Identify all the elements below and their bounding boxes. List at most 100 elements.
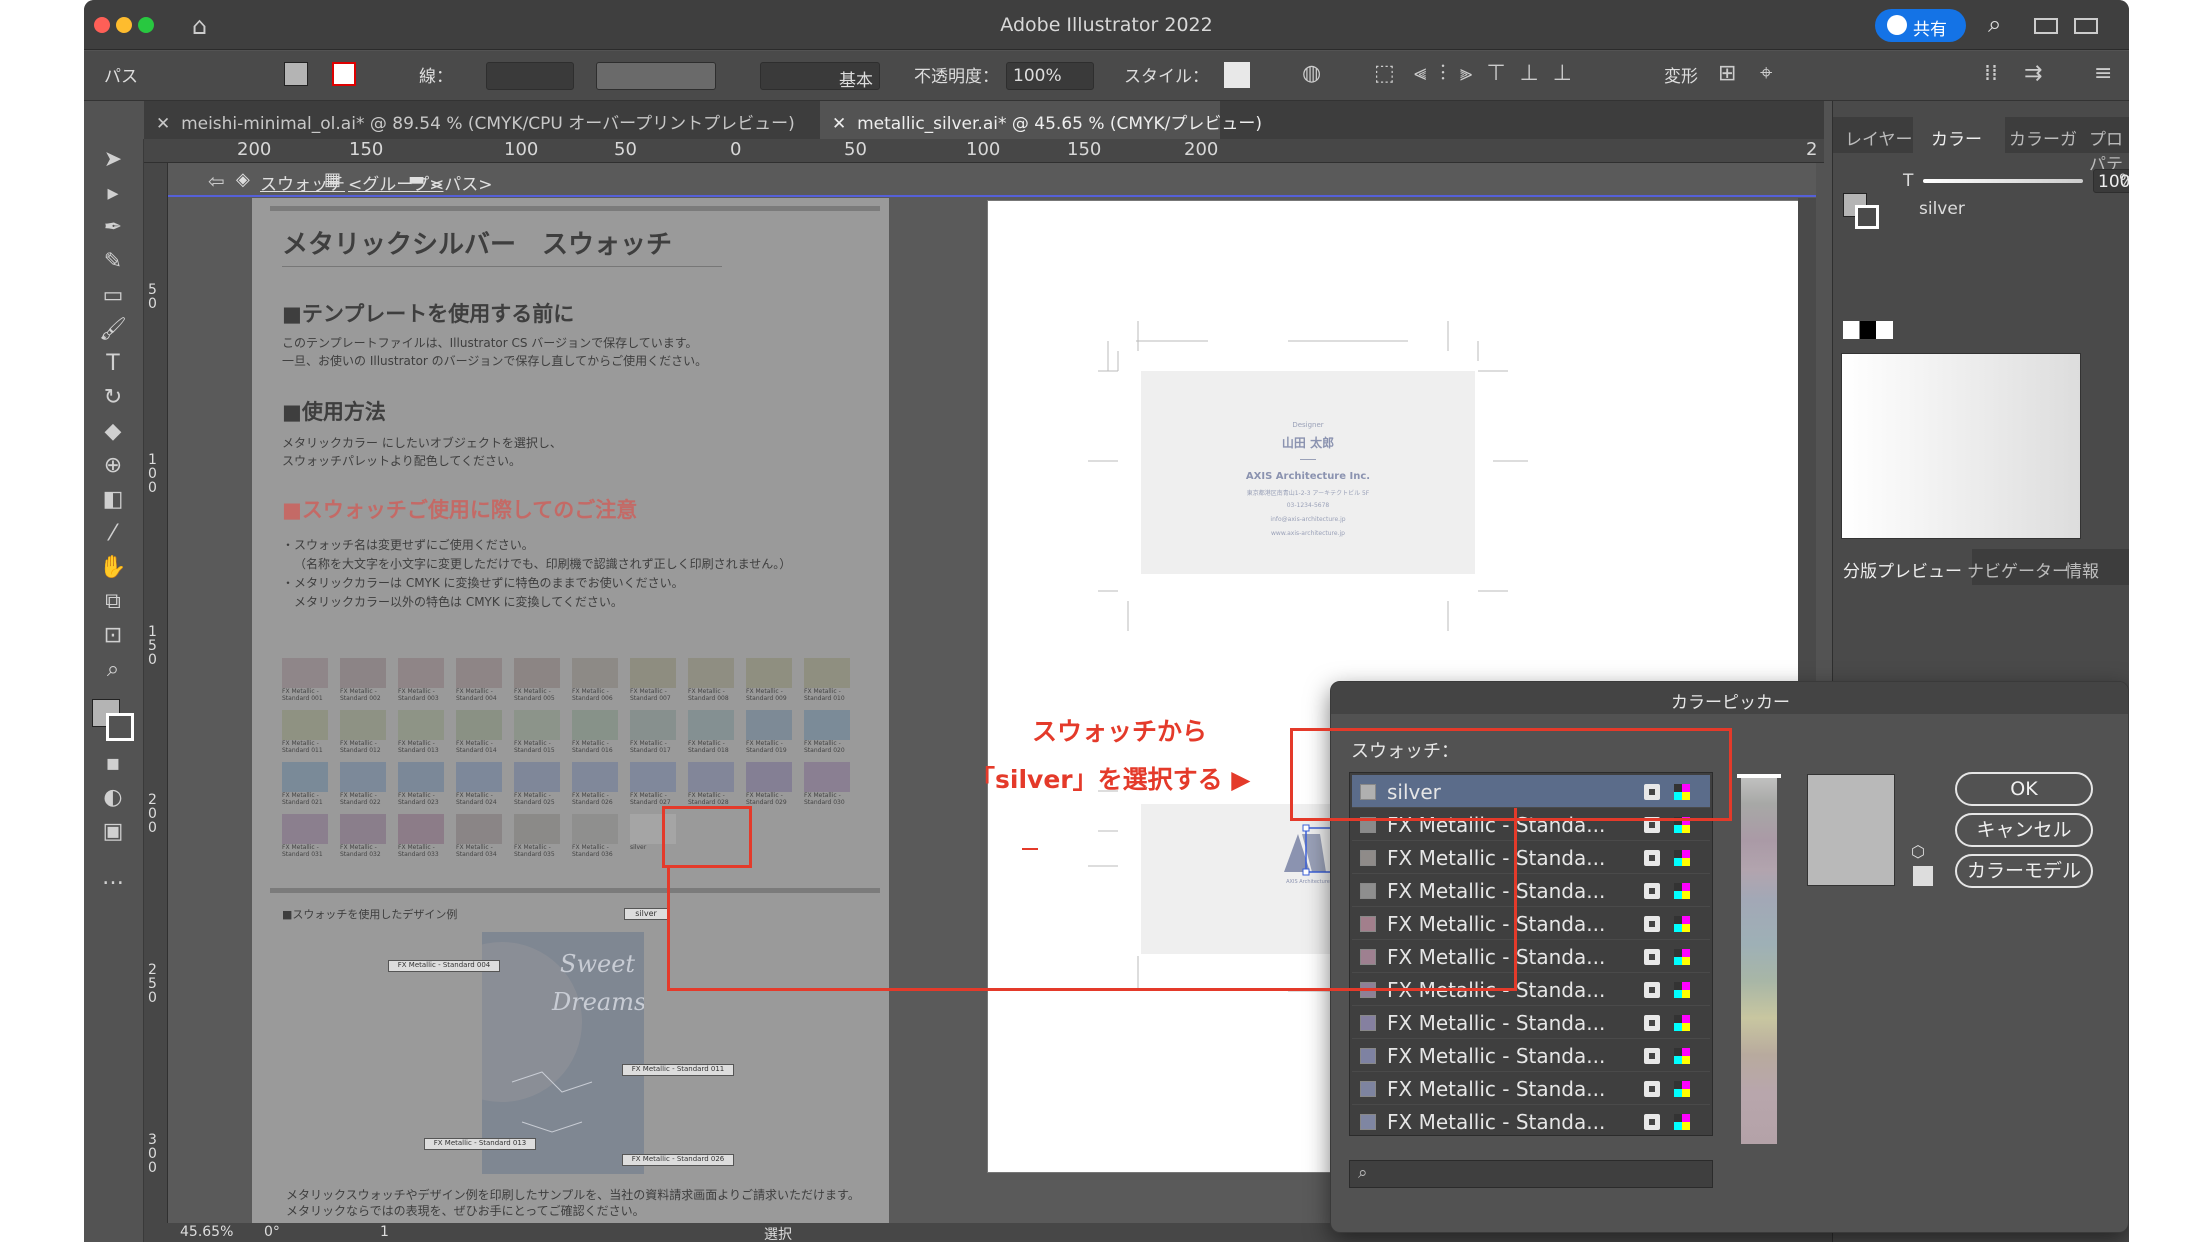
color-mode-icon[interactable]: ▪	[98, 751, 128, 777]
panel-menu-icon[interactable]: ≡	[2094, 61, 2112, 86]
swatch-item[interactable]: FX Metallic - Standa...	[1352, 907, 1710, 940]
template-swatch-label: FX Metallic - Standard 034	[456, 844, 497, 858]
tab-meishi[interactable]: ✕ meishi-minimal_ol.ai* @ 89.54 % (CMYK/…	[144, 101, 820, 139]
symbol-sprayer-icon[interactable]: ⧉	[98, 589, 128, 615]
puppet-warp-icon[interactable]: ✋	[98, 555, 128, 581]
variable-width-select[interactable]	[596, 62, 716, 90]
tint-unit: %	[2119, 171, 2129, 191]
tab-separations-preview[interactable]: 分版プレビュー	[1833, 549, 1972, 585]
body-text: このテンプレートファイルは、Illustrator CS バージョンで保存してい…	[282, 336, 698, 350]
distribute-icon[interactable]: ⇉	[2024, 61, 2042, 86]
tab-layers[interactable]: レイヤー	[1845, 125, 1913, 150]
swatch-item[interactable]: FX Metallic - Standa...	[1352, 940, 1710, 973]
brush-label: 基本	[839, 71, 873, 91]
template-swatch-chip	[456, 710, 502, 740]
direct-selection-tool-icon[interactable]: ▸	[98, 181, 128, 207]
swatch-chip	[1360, 883, 1376, 899]
tab-navigator[interactable]: ナビゲーター	[1967, 557, 2069, 582]
template-swatch-chip	[398, 710, 444, 740]
rectangle-tool-icon[interactable]: ▭	[98, 283, 128, 309]
body-text: ・メタリックカラーは CMYK に変換せずに特色のままでお使いください。	[282, 576, 684, 590]
swatch-item[interactable]: FX Metallic - Standa...	[1352, 1006, 1710, 1039]
rotate-tool-icon[interactable]: ↻	[98, 385, 128, 411]
draw-mode-icon[interactable]: ◐	[98, 785, 128, 811]
stroke-indicator[interactable]	[1855, 205, 1879, 229]
swatch-item[interactable]: FX Metallic - Standa...	[1352, 841, 1710, 874]
back-arrow-icon[interactable]: ⇦	[208, 169, 225, 193]
gradient-tool-icon[interactable]: ◧	[98, 487, 128, 513]
more-tools-icon[interactable]: …	[98, 865, 128, 891]
ruler-tick: 200	[237, 139, 272, 160]
stroke-weight-field[interactable]	[486, 62, 574, 90]
ruler-tick: 150	[1067, 139, 1102, 160]
fill-swatch[interactable]	[284, 62, 308, 86]
eraser-tool-icon[interactable]: ◆	[98, 419, 128, 445]
tint-ramp[interactable]	[1841, 353, 2081, 539]
tab-color[interactable]: カラー	[1913, 117, 2005, 153]
align-icons[interactable]: ⫷⫶⫸⊤⊥⊥	[1414, 61, 1586, 86]
workspace-icon[interactable]	[2034, 18, 2058, 34]
template-swatch-label: FX Metallic - Standard 024	[456, 792, 497, 806]
stroke-swatch[interactable]	[332, 62, 356, 86]
out-of-gamut-icon[interactable]: ⬡	[1911, 842, 1925, 861]
swatch-chip	[1360, 850, 1376, 866]
share-button[interactable]: 共有	[1875, 9, 1966, 42]
none-black-white-swatches[interactable]	[1843, 321, 1893, 339]
pen-tool-icon[interactable]: ✒	[98, 215, 128, 241]
tab-properties[interactable]: プロパテ	[2089, 125, 2125, 175]
recolor-icon[interactable]: ◍	[1302, 61, 1321, 86]
brush-select[interactable]: 基本	[760, 62, 880, 91]
shape-builder-icon[interactable]: ⊕	[98, 453, 128, 479]
tint-slider[interactable]	[1923, 179, 2083, 183]
template-swatch-label: FX Metallic - Standard 017	[630, 740, 671, 754]
swatch-list-scrollbar[interactable]	[1695, 776, 1709, 1128]
template-swatch-chip	[514, 710, 560, 740]
swatch-item[interactable]: FX Metallic - Standa...	[1352, 1105, 1710, 1135]
color-models-button[interactable]: カラーモデル	[1955, 854, 2093, 888]
swatch-item[interactable]: FX Metallic - Standa...	[1352, 1039, 1710, 1072]
type-tool-icon[interactable]: T	[98, 351, 128, 377]
isolate-icon[interactable]: ⌖	[1760, 61, 1772, 86]
template-swatch: FX Metallic - Standard 028	[688, 762, 740, 806]
tab-label: metallic_silver.ai* @ 45.65 % (CMYK/プレビュ…	[857, 114, 1262, 134]
tab-color-guide[interactable]: カラーガ	[2009, 125, 2077, 150]
tab-info[interactable]: 情報	[2065, 557, 2099, 582]
selection-tool-icon[interactable]: ➤	[98, 147, 128, 173]
eyedropper-tool-icon[interactable]: ⁄	[98, 521, 128, 547]
web-safe-color-swatch[interactable]	[1913, 866, 1933, 886]
example-tag: FX Metallic - Standard 004	[388, 960, 500, 972]
graphic-style-swatch[interactable]	[1224, 62, 1250, 88]
template-swatch-chip	[572, 658, 618, 688]
template-swatch-label: FX Metallic - Standard 032	[340, 844, 381, 858]
crop-icon[interactable]: ⊞	[1718, 61, 1736, 86]
swatch-item[interactable]: FX Metallic - Standa...	[1352, 874, 1710, 907]
swatch-item[interactable]: FX Metallic - Standa...	[1352, 1072, 1710, 1105]
screen-mode-icon[interactable]: ▣	[98, 819, 128, 845]
template-swatch-label: FX Metallic - Standard 020	[804, 740, 845, 754]
card-front[interactable]: Designer 山田 太郎 AXIS Architecture Inc. 東京…	[1141, 371, 1475, 574]
arrange-documents-icon[interactable]	[2074, 18, 2098, 34]
curvature-tool-icon[interactable]: ✎	[98, 249, 128, 275]
align-to-icon[interactable]: ⬚	[1374, 61, 1395, 86]
tab-metallic-silver[interactable]: ✕ metallic_silver.ai* @ 45.65 % (CMYK/プレ…	[820, 101, 1262, 139]
template-swatch: FX Metallic - Standard 026	[572, 762, 624, 806]
bottom-panel-tabs: 分版プレビュー ナビゲーター 情報	[1833, 549, 2129, 585]
stroke-color-box[interactable]	[106, 713, 134, 741]
search-icon[interactable]: ⌕	[1988, 10, 2001, 38]
opacity-label: 不透明度：	[914, 67, 999, 87]
artboard-tool-icon[interactable]: ⊡	[98, 623, 128, 649]
cancel-button[interactable]: キャンセル	[1955, 813, 2093, 847]
spectrum-slider-handle[interactable]	[1737, 774, 1781, 778]
artboard-number[interactable]: 1	[380, 1224, 389, 1240]
rotation-value[interactable]: 0°	[264, 1224, 280, 1240]
arrange-icon[interactable]: ⁞⁞	[1984, 61, 1998, 86]
zoom-level[interactable]: 45.65%	[180, 1224, 233, 1240]
swatch-search-field[interactable]: ⌕	[1349, 1160, 1713, 1188]
opacity-field[interactable]: 100%	[1006, 62, 1094, 90]
color-spectrum-slider[interactable]	[1741, 774, 1777, 1144]
paintbrush-tool-icon[interactable]: 🖌	[98, 317, 128, 343]
swatch-list[interactable]: silver FX Metallic - Standa... FX Metallic…	[1349, 772, 1713, 1136]
ok-button[interactable]: OK	[1955, 772, 2093, 806]
transform-button[interactable]: 変形	[1664, 62, 1698, 87]
zoom-tool-icon[interactable]: ⌕	[98, 657, 128, 683]
